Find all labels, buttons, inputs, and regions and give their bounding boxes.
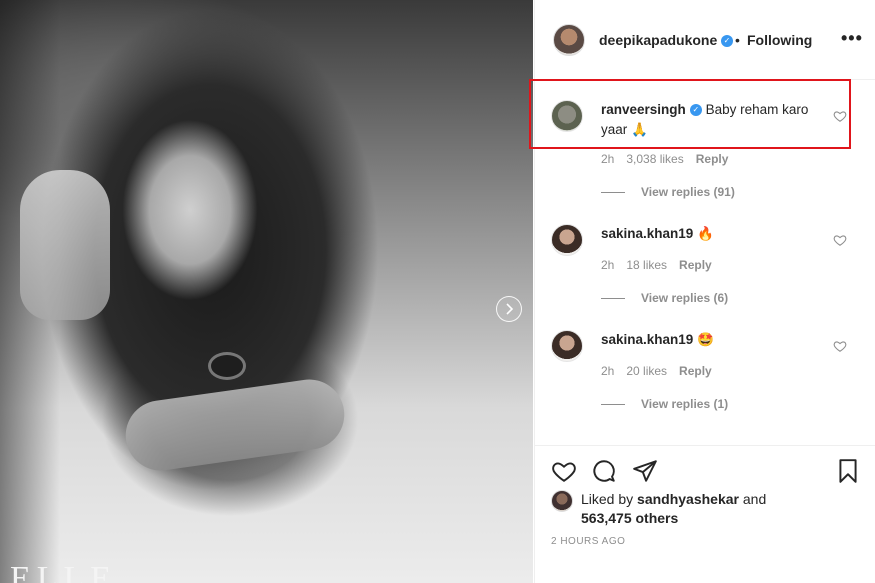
comment-like-heart-icon[interactable] <box>833 109 847 123</box>
share-icon[interactable] <box>632 458 658 484</box>
reply-button[interactable]: Reply <box>679 364 712 378</box>
comment-username[interactable]: sakina.khan19 <box>601 226 693 241</box>
author-username[interactable]: deepikapadukone <box>599 32 717 48</box>
comment-time: 2h <box>601 258 615 272</box>
image-hand-shape <box>20 170 110 320</box>
comment-likes[interactable]: 18 likes <box>626 258 667 272</box>
comment-body: sakina.khan19 🤩 <box>601 330 831 350</box>
view-replies-button[interactable]: View replies (91) <box>601 185 735 199</box>
reply-button[interactable]: Reply <box>679 258 712 272</box>
comment-item: ranveersingh ✓ Baby reham karo yaar 🙏 2h … <box>535 80 875 210</box>
comment-text: 🔥 <box>697 226 714 241</box>
bookmark-icon[interactable] <box>835 458 861 484</box>
comment-body: ranveersingh ✓ Baby reham karo yaar 🙏 <box>601 100 831 140</box>
post-side-panel: deepikapadukone ✓ • Following ••• ranvee… <box>534 0 875 583</box>
liked-by-text: Liked by sandhyashekar and 563,475 other… <box>581 490 766 528</box>
author-avatar[interactable] <box>553 24 585 56</box>
verified-badge-icon: ✓ <box>689 104 702 117</box>
comment-icon[interactable] <box>591 458 617 484</box>
more-options-icon[interactable]: ••• <box>841 28 863 49</box>
post-image: ELLE <box>0 0 533 583</box>
liked-by-and: and <box>742 491 767 507</box>
elle-logo: ELLE <box>10 560 118 583</box>
comment-like-heart-icon[interactable] <box>833 233 847 247</box>
liked-by-user[interactable]: sandhyashekar <box>637 491 739 507</box>
replies-dash <box>601 403 625 405</box>
comment-meta: 2h 3,038 likes Reply <box>601 152 728 166</box>
comment-body: sakina.khan19 🔥 <box>601 224 831 244</box>
view-replies-label: View replies (6) <box>641 291 729 305</box>
reply-button[interactable]: Reply <box>696 152 729 166</box>
comment-time: 2h <box>601 152 615 166</box>
chevron-right-icon <box>506 303 514 315</box>
comments-list[interactable]: ranveersingh ✓ Baby reham karo yaar 🙏 2h … <box>535 80 875 440</box>
header-separator: • <box>735 32 740 48</box>
replies-dash <box>601 297 625 299</box>
comment-meta: 2h 20 likes Reply <box>601 364 712 378</box>
heart-icon[interactable] <box>551 458 577 484</box>
comment-text: 🤩 <box>697 332 714 347</box>
image-arm-shape <box>121 375 349 475</box>
next-slide-button[interactable] <box>496 296 522 322</box>
commenter-avatar[interactable] <box>551 330 583 362</box>
replies-dash <box>601 191 625 193</box>
following-button[interactable]: Following <box>747 32 812 48</box>
comment-item: sakina.khan19 🔥 2h 18 likes Reply View r… <box>535 210 875 316</box>
comment-username[interactable]: sakina.khan19 <box>601 332 693 347</box>
liker-avatar[interactable] <box>551 490 573 512</box>
view-replies-button[interactable]: View replies (6) <box>601 291 728 305</box>
comment-time: 2h <box>601 364 615 378</box>
comment-meta: 2h 18 likes Reply <box>601 258 712 272</box>
view-replies-label: View replies (1) <box>641 397 729 411</box>
post-timestamp[interactable]: 2 HOURS AGO <box>551 536 625 547</box>
post-actions <box>535 445 875 495</box>
view-replies-button[interactable]: View replies (1) <box>601 397 728 411</box>
comment-likes[interactable]: 20 likes <box>626 364 667 378</box>
verified-badge-icon: ✓ <box>721 35 733 47</box>
post-header: deepikapadukone ✓ • Following ••• <box>535 0 875 80</box>
image-pendant-shape <box>208 352 246 380</box>
view-replies-label: View replies (91) <box>641 185 735 199</box>
comment-likes[interactable]: 3,038 likes <box>626 152 683 166</box>
commenter-avatar[interactable] <box>551 100 583 132</box>
liked-by-prefix: Liked by <box>581 491 634 507</box>
comment-item: sakina.khan19 🤩 2h 20 likes Reply View r… <box>535 316 875 422</box>
liked-by-others[interactable]: 563,475 others <box>581 510 678 526</box>
commenter-avatar[interactable] <box>551 224 583 256</box>
comment-username[interactable]: ranveersingh <box>601 102 686 117</box>
comment-like-heart-icon[interactable] <box>833 339 847 353</box>
